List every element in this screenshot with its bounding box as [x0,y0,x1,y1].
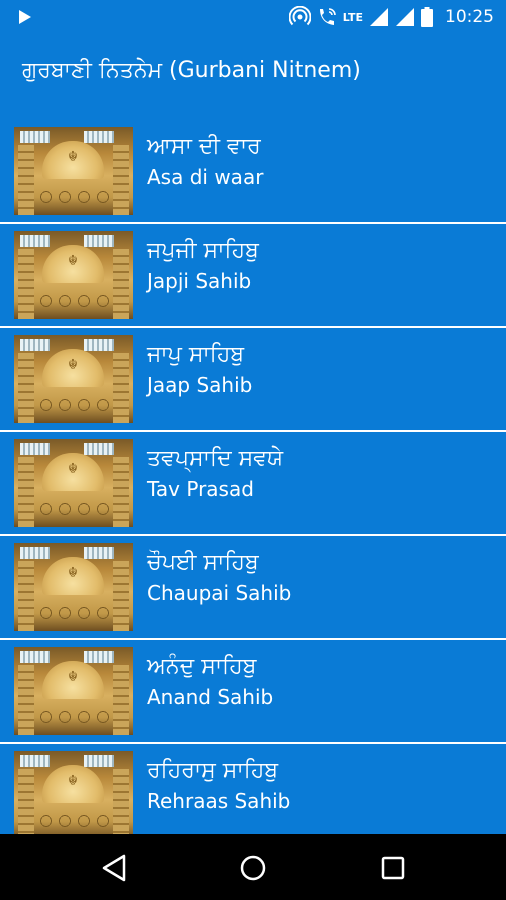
item-title-english: Tav Prasad [147,477,254,501]
battery-icon [421,7,433,27]
recents-icon[interactable] [378,853,408,883]
signal-icon [370,8,388,26]
item-title-english: Anand Sahib [147,685,274,709]
screen: LTE 10:25 ਗੁਰਬਾਣੀ ਨਿਤਨੇਮ (Gurbani Nitnem… [0,0,506,900]
list-item-tav-prasad[interactable]: ☬ ਤਵਪ੍ਸਾਦਿ ਸਵਯੇ Tav Prasad [0,432,506,536]
home-icon[interactable] [238,853,268,883]
item-title-english: Chaupai Sahib [147,581,292,605]
back-icon[interactable] [100,853,130,883]
list-item-asa-di-waar[interactable]: ☬ ਆਸਾ ਦੀ ਵਾਰ Asa di waar [0,120,506,224]
item-text: ਜਪੁਜੀ ਸਾਹਿਬੁ Japji Sahib [147,236,259,296]
item-title-english: Asa di waar [147,165,264,189]
item-title-punjabi: ਅਨੰਦੁ ਸਾਹਿਬੁ [147,654,257,679]
wifi-call-icon [319,8,336,25]
item-title-english: Jaap Sahib [147,373,253,397]
item-title-punjabi: ਜਾਪੁ ਸਾਹਿਬੁ [147,342,245,367]
status-time: 10:25 [445,7,494,27]
item-text: ਤਵਪ੍ਸਾਦਿ ਸਵਯੇ Tav Prasad [147,444,283,504]
item-text: ਆਸਾ ਦੀ ਵਾਰ Asa di waar [147,132,263,192]
item-thumbnail: ☬ [14,439,133,527]
item-title-english: Japji Sahib [147,269,252,293]
hotspot-icon [288,6,311,26]
item-thumbnail: ☬ [14,647,133,735]
play-icon [19,10,31,24]
item-title-punjabi: ਤਵਪ੍ਸਾਦਿ ਸਵਯੇ [147,446,284,471]
item-title-english: Rehraas Sahib [147,789,291,813]
status-right: LTE 10:25 [288,6,494,28]
status-left [18,9,32,29]
list-item-rehraas-sahib[interactable]: ☬ ਰਹਿਰਾਸੁ ਸਾਹਿਬੁ Rehraas Sahib [0,744,506,834]
item-title-punjabi: ਆਸਾ ਦੀ ਵਾਰ [147,134,261,159]
app-bar: ਗੁਰਬਾਣੀ ਨਿਤਨੇਮ (Gurbani Nitnem) [0,36,506,116]
network-label: LTE [342,10,363,24]
status-bar: LTE 10:25 [0,0,506,36]
list-item-japji-sahib[interactable]: ☬ ਜਪੁਜੀ ਸਾਹਿਬੁ Japji Sahib [0,224,506,328]
app-title: ਗੁਰਬਾਣੀ ਨਿਤਨੇਮ (Gurbani Nitnem) [22,58,361,83]
navigation-bar [0,834,506,900]
item-text: ਰਹਿਰਾਸੁ ਸਾਹਿਬੁ Rehraas Sahib [147,756,290,816]
list-item-jaap-sahib[interactable]: ☬ ਜਾਪੁ ਸਾਹਿਬੁ Jaap Sahib [0,328,506,432]
item-thumbnail: ☬ [14,335,133,423]
item-title-punjabi: ਚੌਪਈ ਸਾਹਿਬੁ [147,550,259,575]
item-thumbnail: ☬ [14,543,133,631]
item-thumbnail: ☬ [14,127,133,215]
item-title-punjabi: ਜਪੁਜੀ ਸਾਹਿਬੁ [147,238,259,263]
network-type: LTE [343,12,363,23]
list-item-anand-sahib[interactable]: ☬ ਅਨੰਦੁ ਸਾਹਿਬੁ Anand Sahib [0,640,506,744]
item-text: ਅਨੰਦੁ ਸਾਹਿਬੁ Anand Sahib [147,652,273,712]
item-text: ਚੌਪਈ ਸਾਹਿਬੁ Chaupai Sahib [147,548,291,608]
signal-icon-2 [396,8,414,26]
item-text: ਜਾਪੁ ਸਾਹਿਬੁ Jaap Sahib [147,340,252,400]
item-title-punjabi: ਰਹਿਰਾਸੁ ਸਾਹਿਬੁ [147,758,279,783]
list-item-chaupai-sahib[interactable]: ☬ ਚੌਪਈ ਸਾਹਿਬੁ Chaupai Sahib [0,536,506,640]
item-thumbnail: ☬ [14,231,133,319]
item-thumbnail: ☬ [14,751,133,834]
bani-list: ☬ ਆਸਾ ਦੀ ਵਾਰ Asa di waar ☬ ਜਪੁਜੀ ਸਾਹਿਬੁ … [0,120,506,834]
